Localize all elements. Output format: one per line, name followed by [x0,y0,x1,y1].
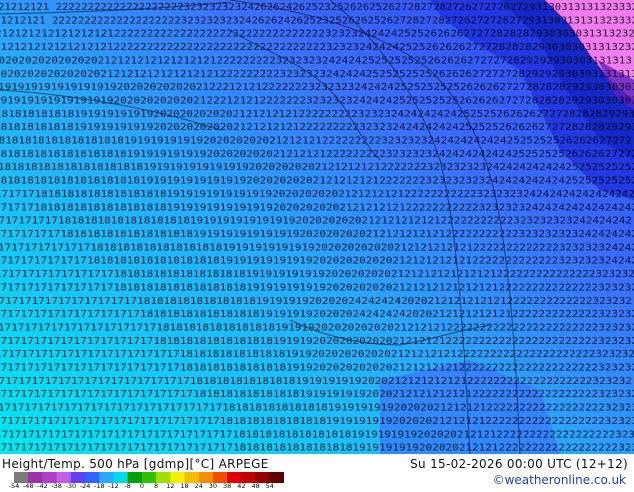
temperature-label-row: 1717171717171717171717171717171717181818… [0,416,634,427]
temperature-label-row: 1818181818181919191919192020202020202121… [0,122,634,133]
colorbar-tick-label: 8 [154,482,159,490]
temperature-label-row: 1818181818181919191919192020202020202121… [0,109,634,120]
colorbar-tick-label: 42 [237,482,246,490]
weather-map: 21212121 2222222222222222222232323232324… [0,0,634,454]
temperature-label-row: 1717171717171717171717171818181818181818… [0,322,634,333]
temperature-label-row: 1717171717181818181818181818181919191919… [0,216,632,227]
temperature-label-row: 1717171717171717171717181818181818181818… [0,296,632,307]
temperature-label-row: 1717171717171717171818181818181818181819… [0,282,634,293]
temperature-label-row: 1919191919191919192020202020202122212121… [0,95,634,106]
credit-link[interactable]: ©weatheronline.co.uk [493,473,626,487]
temperature-label-row: 1717171818181818181818181819191919191919… [0,189,634,200]
temperature-label-row: 21212121 2222222222222222222232323232324… [0,15,634,26]
temperature-label-row: 1818181818181818181818191919191919191920… [0,176,634,187]
temperature-label-row: 1818181818181818181818191919191919191920… [0,162,634,173]
colorbar-labels: -54 -48 -42 -38 -30 -24 -18 -12 -8 0 8 12 18 24 30 38 42… [9,482,304,492]
map-title: Height/Temp. 500 hPa [gdmp][°C] ARPEGE [2,457,269,471]
temperature-label-row: 1717171717181818181818181818181919191919… [0,229,634,240]
temperature-label-row: 1717171717171717171717181818181818181818… [0,309,634,320]
colorbar-tick-label: -12 [108,482,119,490]
temperature-label-row: 1818181818181818181819191919191920202020… [0,136,632,147]
temperature-label-row: 1717171717171717171717171717171717171818… [0,443,634,454]
temperature-label-row: 1717171717171718181818181818181818191919… [0,242,634,253]
temperature-label-row: 1717171717171717171717171717171717171818… [0,429,634,440]
colorbar-tick-label: 0 [139,482,144,490]
colorbar-tick-label: -8 [124,482,131,490]
temperature-label-row: 1818181818181818181819191919191920202020… [0,149,634,160]
colorbar-tick-label: -42 [37,482,48,490]
colorbar-tick-label: -48 [22,482,34,490]
temperature-label-row: 1717171717171718181818181818181818191919… [0,256,634,267]
colorbar-tick-label: 30 [208,482,218,490]
temperature-label-row: 21212121 2222222222222222222232323232324… [0,2,634,13]
temperature-label-row: 1717171717171717171717171717181818181818… [0,363,634,374]
temperature-label-row: 2121212121212121212222222222222222222222… [0,29,634,40]
colorbar-tick-label: 38 [223,482,232,490]
colorbar-tick-label: 12 [166,482,175,490]
colorbar-tick-label: 54 [265,482,274,490]
colorbar-tick-label: -54 [8,482,20,490]
temperature-label-row: 1717171717171717171717171818181818181818… [0,336,634,347]
temperature-label-row: 2020202020202020212121212121212121222222… [0,55,632,66]
temperature-label-row: 2121212121212121212222222222222222222222… [0,42,634,53]
colorbar-tick-label: -30 [65,482,77,490]
colorbar-tick-label: 18 [180,482,189,490]
temperature-label-row: 2020202020202020212121212121212121222222… [0,69,634,80]
temperature-label-row: 1717171717171717171717171717171818181818… [0,376,632,387]
temperature-label-row: 1919191919191919192020202020202122212121… [0,82,634,93]
colorbar-tick-label: -38 [51,482,62,490]
map-footer: Height/Temp. 500 hPa [gdmp][°C] ARPEGE S… [0,454,634,490]
map-canvas: 21212121 2222222222222222222232323232324… [0,0,634,454]
temperature-label-row: 1717171818181818181818181819191919191919… [0,202,634,213]
forecast-time: Su 15-02-2026 00:00 UTC (12+12) [410,457,628,471]
colorbar-tick-label: -24 [79,482,91,490]
colorbar-tick-label: 24 [194,482,203,490]
colorbar-tick-label: -18 [93,482,105,490]
temperature-label-row: 1717171717171717171717171717171717181818… [0,403,634,414]
temperature-label-row: 1717171717171717171818181818181818181819… [0,269,634,280]
temperature-label-row: 1717171717171717171717171717171818181818… [0,389,634,400]
colorbar-tick-label: 48 [251,482,260,490]
temperature-label-row: 1717171717171717171717171717181818181818… [0,349,634,360]
